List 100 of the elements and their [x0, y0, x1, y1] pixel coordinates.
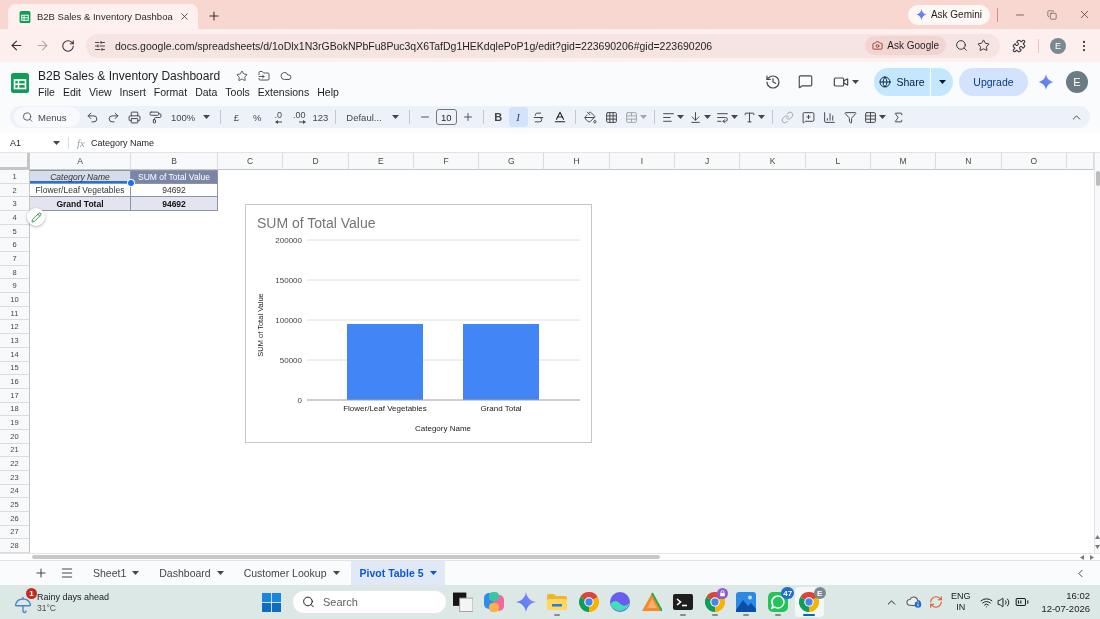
sheet-tab[interactable]: Pivot Table 5: [350, 561, 445, 585]
ask-gemini-button[interactable]: Ask Gemini: [907, 4, 990, 25]
vertical-scrollbar[interactable]: [1094, 153, 1100, 553]
stacked-squares-icon: [452, 592, 473, 612]
profile-avatar[interactable]: E: [1050, 37, 1066, 54]
print-icon: [127, 110, 141, 124]
scroll-left-triangle-icon[interactable]: [1080, 554, 1084, 560]
column-header[interactable]: M: [870, 153, 937, 170]
column-header[interactable]: K: [740, 153, 806, 170]
weather-temperature[interactable]: 31°C: [37, 602, 110, 613]
cloud-info-icon: [905, 594, 922, 610]
menu-item[interactable]: Data: [191, 85, 222, 99]
menu-item[interactable]: File: [34, 85, 59, 99]
number-format-button[interactable]: 123: [310, 107, 331, 127]
plus-icon: [461, 111, 474, 123]
font-dropdown[interactable]: Defaul...: [341, 107, 404, 127]
column-header[interactable]: C: [218, 153, 284, 170]
upgrade-button[interactable]: Upgrade: [959, 67, 1028, 96]
table-icon: [863, 110, 877, 124]
percent-format-button[interactable]: %: [247, 107, 268, 127]
formula-field[interactable]: Category Name: [90, 137, 1100, 148]
selection-handle[interactable]: [128, 180, 134, 186]
star-icon: [236, 70, 249, 82]
spreadsheet-icon: [19, 10, 31, 23]
document-title[interactable]: B2B Sales & Inventory Dashboard: [38, 69, 221, 83]
caret-icon: [852, 79, 859, 84]
paint-bucket-icon: [584, 110, 598, 124]
four-squares-icon: [261, 592, 281, 612]
column-header[interactable]: G: [479, 153, 545, 170]
table-cell: Grand Total: [30, 197, 131, 212]
taskbar-app-button[interactable]: 47: [763, 587, 793, 617]
menu-search-field[interactable]: Menus: [14, 107, 80, 127]
zoom-dropdown[interactable]: 100%: [166, 107, 216, 127]
menu-item[interactable]: Insert: [115, 85, 150, 99]
language-indicator[interactable]: ENG IN: [950, 591, 971, 613]
axis-category-label: Grand Total: [480, 404, 522, 413]
comment-icon: [797, 74, 813, 89]
axis-tick-label: 100000: [275, 316, 302, 325]
magnifier-icon: [955, 39, 968, 52]
taskbar-app-button[interactable]: E: [794, 587, 824, 617]
name-box[interactable]: A1: [6, 137, 64, 148]
column-header[interactable]: L: [805, 153, 871, 170]
x-axis-title: Category Name: [415, 424, 471, 433]
history-icon: [765, 73, 781, 90]
column-header[interactable]: E: [348, 153, 414, 170]
link-icon: [781, 110, 795, 124]
menu-item[interactable]: Edit: [58, 85, 85, 99]
clock[interactable]: 16:02 12-07-2026: [1041, 589, 1090, 615]
column-header[interactable]: I: [609, 153, 676, 170]
decrease-decimals-button[interactable]: .0: [268, 107, 289, 127]
axis-tick-label: 50000: [279, 356, 302, 365]
weather-headline[interactable]: Rainy days ahead: [37, 591, 110, 602]
ask-google-button[interactable]: Ask Google: [865, 36, 946, 55]
column-header[interactable]: B: [131, 153, 218, 170]
text-wrap-icon: [715, 110, 729, 124]
sheet-tab[interactable]: Dashboard: [150, 561, 232, 585]
axis-tick-label: 200000: [275, 236, 302, 245]
caret-icon: [878, 115, 886, 119]
address-bar[interactable]: docs.google.com/spreadsheets/d/1oDlx1N3rGBokNPbFu8Puc3qX6TafDg1HEKdqlePoP1g/edit?gid=223690206#gid=223690206 Ask Google: [86, 33, 1000, 58]
column-header[interactable]: H: [544, 153, 610, 170]
column-header[interactable]: N: [936, 153, 1002, 170]
bold-button[interactable]: B: [488, 107, 508, 127]
sheet-tab[interactable]: Customer Lookup: [234, 561, 348, 585]
share-options-button[interactable]: [931, 67, 953, 96]
share-button[interactable]: Share: [874, 67, 930, 96]
align-bottom-icon: [688, 110, 702, 124]
column-header[interactable]: A: [30, 153, 131, 170]
cloud-icon: [280, 70, 293, 82]
scrollbar-thumb[interactable]: [1095, 171, 1100, 186]
caret-icon: [757, 115, 765, 119]
image-icon: [736, 592, 757, 612]
caret-icon: [639, 115, 647, 119]
scroll-right-triangle-icon[interactable]: [1090, 554, 1094, 560]
sheet-tab[interactable]: Sheet1: [84, 561, 148, 585]
sparkle-icon: [515, 592, 536, 612]
scroll-up-triangle-icon[interactable]: [1095, 535, 1100, 539]
align-left-icon: [661, 110, 675, 124]
arrow-right-icon: [34, 38, 50, 53]
menu-item[interactable]: Format: [149, 85, 192, 99]
account-avatar[interactable]: E: [1066, 70, 1088, 93]
menu-item[interactable]: Extensions: [253, 85, 314, 99]
increase-decimals-button[interactable]: .00: [289, 107, 310, 127]
umbrella-icon: [14, 596, 32, 614]
menu-item[interactable]: Help: [313, 85, 343, 99]
grid-icon: [605, 110, 619, 124]
italic-button[interactable]: I: [508, 107, 528, 127]
column-header[interactable]: F: [413, 153, 480, 170]
font-size-field[interactable]: 10: [435, 109, 457, 125]
arrow-right-icon: [298, 119, 306, 124]
currency-format-button[interactable]: £: [226, 107, 247, 127]
column-header[interactable]: O: [1001, 153, 1067, 170]
scroll-down-triangle-icon[interactable]: [1095, 545, 1100, 549]
menu-item[interactable]: Tools: [221, 85, 254, 99]
taskbar-search-field[interactable]: Search: [292, 590, 447, 614]
lock-badge-icon: [717, 588, 729, 599]
menu-item[interactable]: View: [85, 85, 116, 99]
close-icon: [178, 11, 190, 22]
browser-tab[interactable]: B2B Sales & Inventory Dashboa: [8, 4, 198, 29]
column-header[interactable]: J: [675, 153, 741, 170]
column-header[interactable]: D: [283, 153, 349, 170]
